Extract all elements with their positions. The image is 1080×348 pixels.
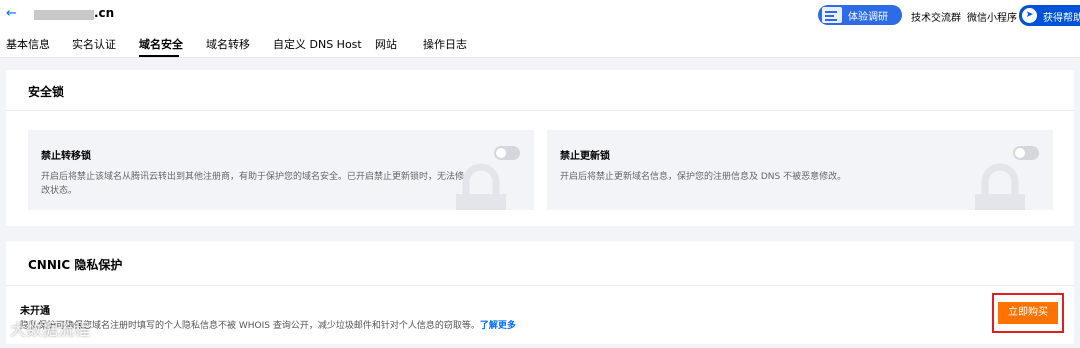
transfer-lock-toggle[interactable] xyxy=(494,146,520,160)
survey-label: 体验调研 xyxy=(848,12,888,23)
card-title: 禁止更新锁 xyxy=(560,151,610,162)
compass-icon: ➤ xyxy=(1022,8,1037,23)
divider xyxy=(6,110,1074,111)
top-bar: ← .cn 体验调研 技术交流群 微信小程序 ➤ 获得帮助 基本信息 实名认证 … xyxy=(0,0,1080,58)
lock-icon xyxy=(975,163,1025,210)
cnnic-description: 隐私保护可确保您域名注册时填写的个人隐私信息不被 WHOIS 查询公开，减少垃圾… xyxy=(20,321,516,331)
survey-button[interactable]: 体验调研 xyxy=(818,5,902,25)
watermark: 大数据流程 xyxy=(10,320,91,339)
tech-group-link[interactable]: 技术交流群 xyxy=(911,9,961,24)
status-label: 未开通 xyxy=(20,306,50,317)
buy-now-button[interactable]: 立即购买 xyxy=(998,302,1058,324)
help-label: 获得帮助 xyxy=(1043,13,1080,24)
cnnic-privacy-panel: CNNIC 隐私保护 未开通 隐私保护可确保您域名注册时填写的个人隐私信息不被 … xyxy=(6,241,1074,344)
document-icon xyxy=(822,7,842,23)
divider xyxy=(6,285,1074,286)
card-desc: 开启后将禁止该域名从腾讯云转出到其他注册商，有助于保护您的域名安全。已开启禁止更… xyxy=(41,172,465,196)
active-tab-indicator xyxy=(139,55,179,57)
domain-name-redacted xyxy=(34,10,94,20)
learn-more-link[interactable]: 了解更多 xyxy=(480,321,516,331)
panel-title: 安全锁 xyxy=(28,85,65,99)
miniprogram-link[interactable]: 微信小程序 xyxy=(967,9,1017,24)
domain-suffix: .cn xyxy=(94,6,115,20)
card-title: 禁止转移锁 xyxy=(41,151,91,162)
tab-real-name[interactable]: 实名认证 xyxy=(72,36,116,52)
tab-operation-log[interactable]: 操作日志 xyxy=(423,36,467,52)
tab-domain-security[interactable]: 域名安全 xyxy=(139,36,183,52)
tab-custom-dns-host[interactable]: 自定义 DNS Host xyxy=(273,36,362,52)
tab-basic-info[interactable]: 基本信息 xyxy=(6,36,50,52)
transfer-lock-card: 禁止转移锁 开启后将禁止该域名从腾讯云转出到其他注册商，有助于保护您的域名安全。… xyxy=(28,130,534,210)
security-lock-panel: 安全锁 禁止转移锁 开启后将禁止该域名从腾讯云转出到其他注册商，有助于保护您的域… xyxy=(6,70,1074,226)
update-lock-toggle[interactable] xyxy=(1013,146,1039,160)
arrow-left-icon[interactable]: ← xyxy=(6,6,17,21)
panel-title: CNNIC 隐私保护 xyxy=(28,258,123,272)
update-lock-card: 禁止更新锁 开启后将禁止更新域名信息，保护您的注册信息及 DNS 不被恶意修改。 xyxy=(547,130,1053,210)
tab-domain-transfer[interactable]: 域名转移 xyxy=(206,36,250,52)
help-button[interactable]: ➤ 获得帮助 xyxy=(1019,5,1080,26)
tab-website[interactable]: 网站 xyxy=(375,36,397,52)
card-desc: 开启后将禁止更新域名信息，保护您的注册信息及 DNS 不被恶意修改。 xyxy=(560,172,847,182)
